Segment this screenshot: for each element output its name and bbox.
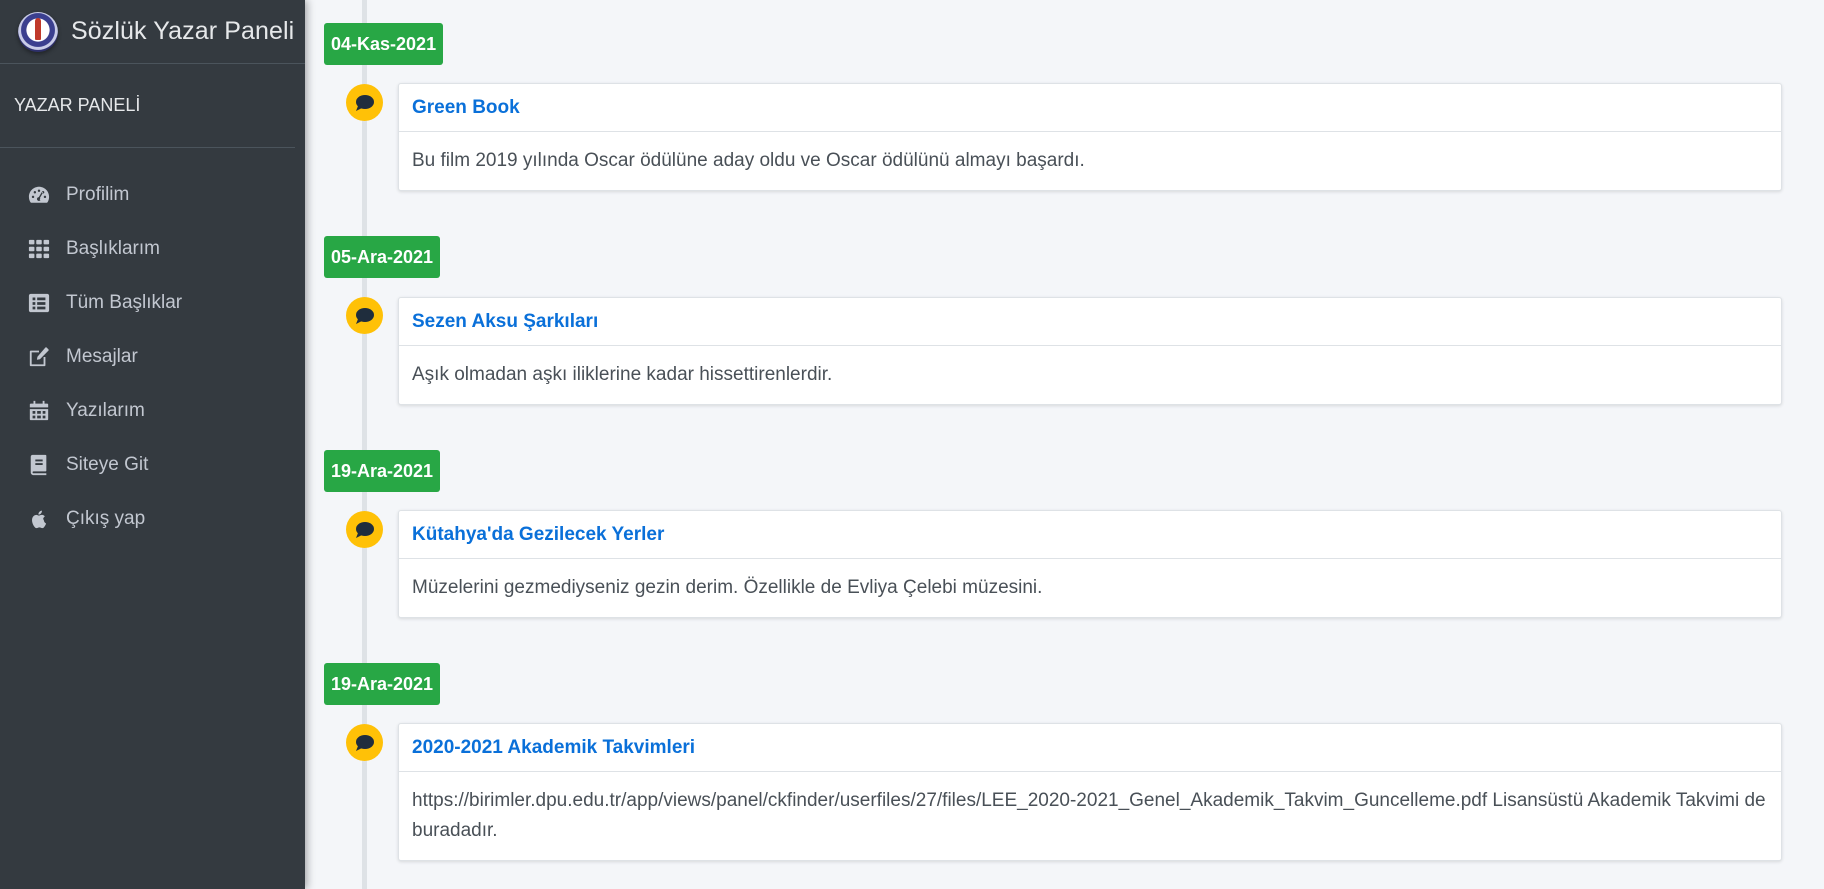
- timeline-item-title-link[interactable]: Green Book: [412, 97, 520, 119]
- timeline-item-title-link[interactable]: 2020-2021 Akademik Takvimleri: [412, 737, 695, 759]
- sidebar-item-label: Çıkış yap: [66, 508, 146, 529]
- calendar-icon: [27, 399, 51, 423]
- sidebar-item-label: Tüm Başlıklar: [66, 292, 183, 313]
- timeline-item-header: Sezen Aksu Şarkıları: [399, 298, 1781, 346]
- timeline-item: 2020-2021 Akademik Takvimleri https://bi…: [398, 723, 1782, 861]
- timeline-item-body: Müzelerini gezmediyseniz gezin derim. Öz…: [412, 577, 1043, 598]
- brand-link[interactable]: Sözlük Yazar Paneli: [0, 0, 305, 64]
- sidebar-item-label: Profilim: [66, 184, 130, 205]
- timeline-item-body: Bu film 2019 yılında Oscar ödülüne aday …: [412, 150, 1085, 171]
- timeline-item-body: https://birimler.dpu.edu.tr/app/views/pa…: [412, 790, 1766, 841]
- sidebar: Sözlük Yazar Paneli YAZAR PANELİ Profili…: [0, 0, 305, 889]
- sidebar-item-tum-basliklar[interactable]: Tüm Başlıklar: [0, 276, 305, 330]
- book-icon: [27, 453, 51, 477]
- sidebar-item-cikis-yap[interactable]: Çıkış yap: [0, 492, 305, 546]
- grid-icon: [27, 237, 51, 261]
- sidebar-item-yazilarim[interactable]: Yazılarım: [0, 384, 305, 438]
- apple-icon: [27, 507, 51, 531]
- comment-icon: [346, 511, 383, 548]
- timeline-item-header: Green Book: [399, 84, 1781, 132]
- timeline-item-header: Kütahya'da Gezilecek Yerler: [399, 511, 1781, 559]
- comment-icon: [346, 297, 383, 334]
- date-badge: 19-Ara-2021: [324, 663, 441, 705]
- timeline-item: Kütahya'da Gezilecek Yerler Müzelerini g…: [398, 510, 1782, 618]
- sidebar-item-siteye-git[interactable]: Siteye Git: [0, 438, 305, 492]
- date-badge: 05-Ara-2021: [324, 236, 441, 278]
- sidebar-item-label: Yazılarım: [66, 400, 145, 421]
- timeline-item-header: 2020-2021 Akademik Takvimleri: [399, 724, 1781, 772]
- timeline-item: Green Book Bu film 2019 yılında Oscar öd…: [398, 83, 1782, 191]
- comment-icon: [346, 84, 383, 121]
- date-badge: 04-Kas-2021: [324, 23, 444, 65]
- brand-title: Sözlük Yazar Paneli: [71, 17, 295, 45]
- timeline-item-title-link[interactable]: Kütahya'da Gezilecek Yerler: [412, 524, 664, 546]
- date-badge: 19-Ara-2021: [324, 450, 441, 492]
- sidebar-item-label: Mesajlar: [66, 346, 138, 367]
- timeline-item: Sezen Aksu Şarkıları Aşık olmadan aşkı i…: [398, 297, 1782, 405]
- timeline-item-title-link[interactable]: Sezen Aksu Şarkıları: [412, 311, 598, 333]
- timeline-content: 04-Kas-2021 Green Book Bu film 2019 yılı…: [305, 0, 1824, 889]
- sidebar-item-label: Başlıklarım: [66, 238, 160, 259]
- sidebar-item-basliklarim[interactable]: Başlıklarım: [0, 222, 305, 276]
- brand-logo: [18, 11, 58, 52]
- list-icon: [27, 291, 51, 315]
- edit-icon: [27, 345, 51, 369]
- sidebar-nav: Profilim Başlıklarım Tüm Başlıklar Mesaj…: [0, 148, 305, 546]
- sidebar-item-mesajlar[interactable]: Mesajlar: [0, 330, 305, 384]
- comment-icon: [346, 724, 383, 761]
- sidebar-item-label: Siteye Git: [66, 454, 149, 475]
- dashboard-icon: [27, 183, 51, 207]
- timeline-item-body: Aşık olmadan aşkı iliklerine kadar hisse…: [412, 364, 833, 385]
- sidebar-item-profilim[interactable]: Profilim: [0, 168, 305, 222]
- panel-section-title: YAZAR PANELİ: [0, 64, 295, 148]
